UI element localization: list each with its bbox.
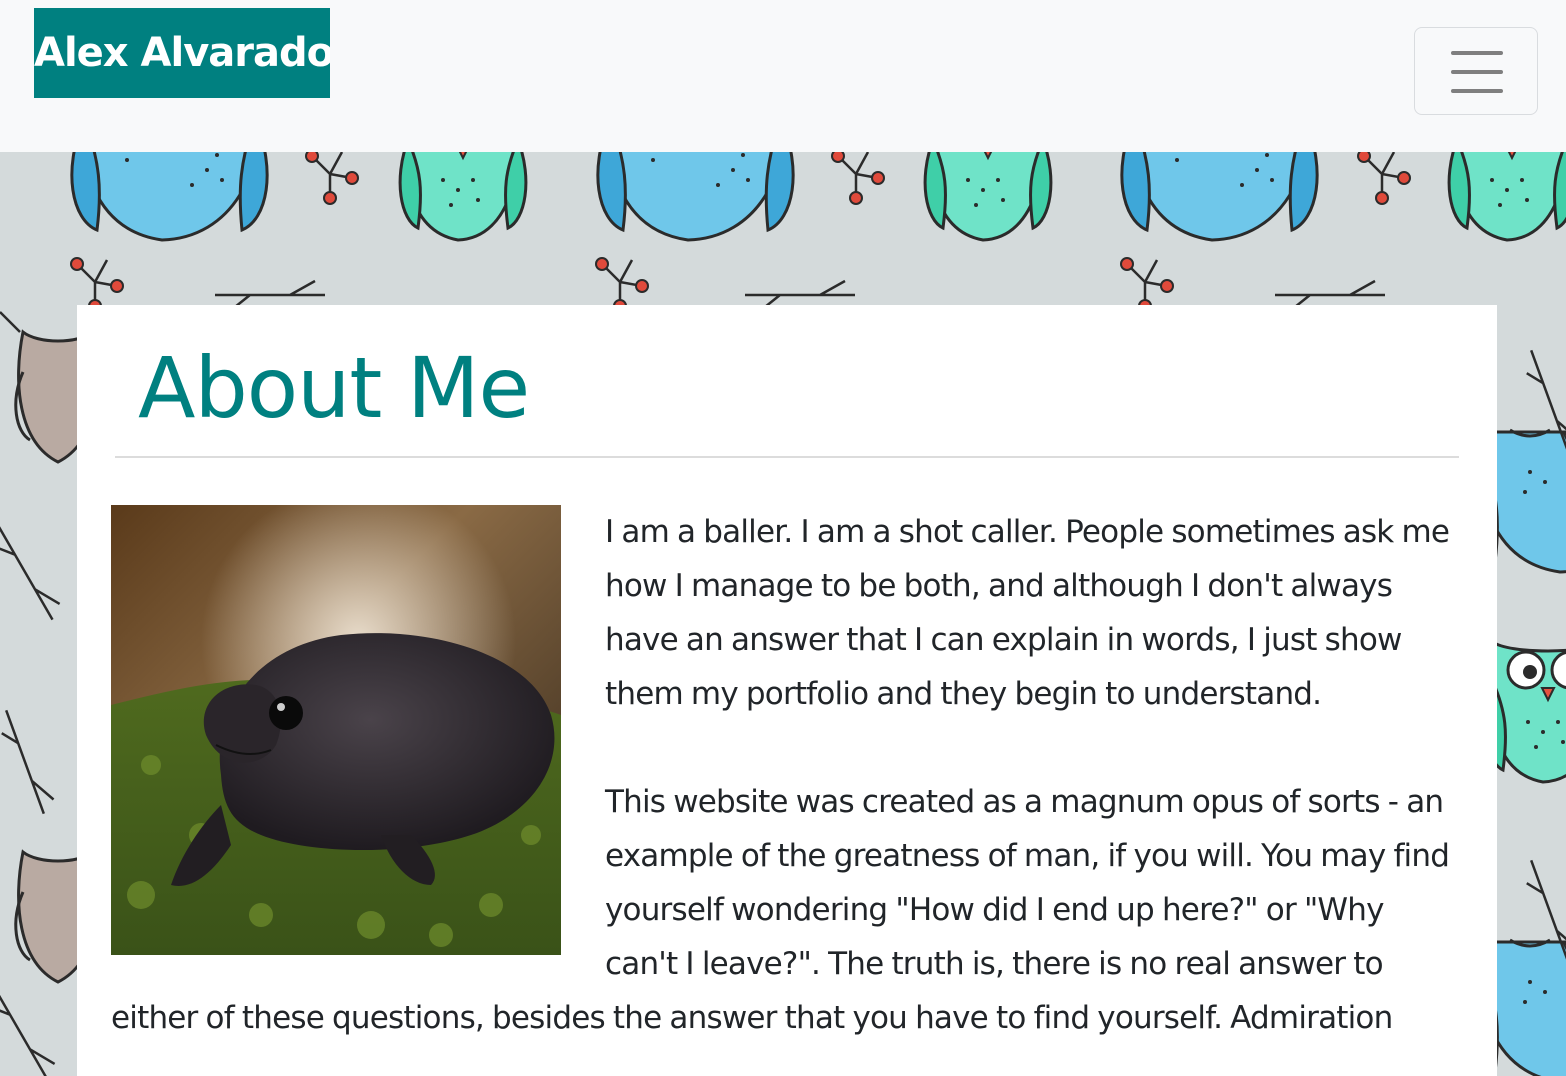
about-content: I am a baller. I am a shot caller. Peopl… [111,505,1463,1076]
divider [115,456,1459,458]
navbar: Alex Alvarado [0,0,1566,152]
hamburger-icon [1451,51,1503,93]
frog-photo [111,505,561,955]
page-title: About Me [138,339,530,437]
about-card: About Me I am a baller. I am a shot call… [77,305,1497,1076]
navbar-toggle-button[interactable] [1414,27,1538,115]
brand-link[interactable]: Alex Alvarado [34,8,330,98]
